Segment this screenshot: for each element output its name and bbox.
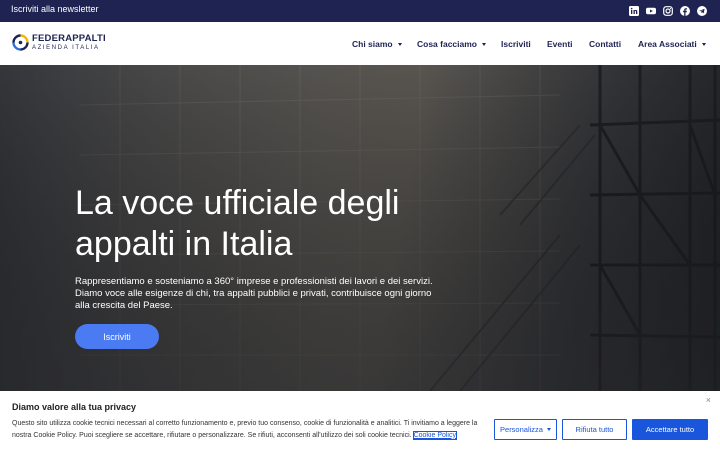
chevron-down-icon	[482, 42, 486, 46]
nav-label: Iscriviti	[501, 39, 531, 49]
instagram-icon[interactable]	[663, 6, 673, 16]
nav-iscriviti[interactable]: Iscriviti	[501, 39, 531, 49]
chevron-down-icon	[701, 42, 706, 46]
hero-description: Rappresentiamo e sosteniamo a 360° impre…	[75, 276, 433, 311]
nav-chi-siamo[interactable]: Chi siamo	[352, 39, 402, 49]
rifiuta-tutto-button[interactable]: Rifiuta tutto	[562, 419, 627, 440]
youtube-icon[interactable]	[646, 6, 656, 16]
site-header: FEDERAPPALTI AZIENDA ITALIA Chi siamo Co…	[0, 22, 720, 65]
nav-label: Area Associati	[638, 39, 697, 49]
main-nav: Chi siamo Cosa facciamo Iscriviti Eventi…	[0, 39, 720, 51]
linkedin-icon[interactable]	[629, 6, 639, 16]
personalizza-button[interactable]: Personalizza	[494, 419, 557, 440]
nav-area-associati[interactable]: Area Associati	[638, 39, 706, 49]
cookie-text-block: Questo sito utilizza cookie tecnici nece…	[12, 418, 482, 441]
nav-cosa-facciamo[interactable]: Cosa facciamo	[417, 39, 486, 49]
nav-label: Contatti	[589, 39, 622, 49]
nav-eventi[interactable]: Eventi	[547, 39, 573, 49]
nav-label: Eventi	[547, 39, 573, 49]
hero-title: La voce ufficiale degli appalti in Itali…	[75, 184, 400, 264]
close-icon[interactable]: ×	[706, 395, 711, 405]
cookie-banner: Diamo valore alla tua privacy × Questo s…	[0, 391, 720, 450]
telegram-icon[interactable]	[697, 6, 707, 16]
personalizza-label: Personalizza	[500, 425, 543, 434]
nav-label: Chi siamo	[352, 39, 393, 49]
hero-section: La voce ufficiale degli appalti in Itali…	[0, 65, 720, 391]
social-links	[629, 6, 707, 16]
top-bar: Iscriviti alla newsletter	[0, 0, 720, 22]
chevron-down-icon	[546, 428, 551, 431]
cookie-policy-link[interactable]: Cookie Policy	[412, 430, 458, 440]
cookie-title: Diamo valore alla tua privacy	[12, 402, 137, 412]
cookie-description: Questo sito utilizza cookie tecnici nece…	[12, 420, 478, 439]
accetta-tutto-button[interactable]: Accettare tutto	[632, 419, 708, 440]
facebook-icon[interactable]	[680, 6, 690, 16]
nav-label: Cosa facciamo	[417, 39, 477, 49]
newsletter-link[interactable]: Iscriviti alla newsletter	[11, 4, 99, 14]
nav-contatti[interactable]: Contatti	[589, 39, 621, 49]
chevron-down-icon	[397, 42, 402, 46]
hero-iscriviti-button[interactable]: Iscriviti	[75, 324, 159, 349]
